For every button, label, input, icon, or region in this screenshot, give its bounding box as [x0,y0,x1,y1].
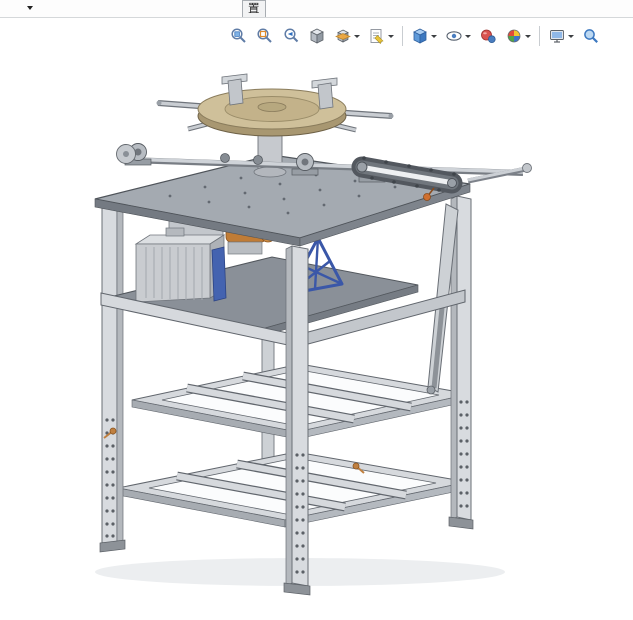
dropdown-caret-icon[interactable] [388,35,394,38]
zoom-to-fit-button[interactable] [226,21,252,51]
hide-show-items-icon [445,27,463,45]
heads-up-toolbar [226,21,604,51]
format-tab[interactable]: 置 [242,0,266,17]
apply-scene-button[interactable] [501,21,535,51]
menubar: 置 [0,0,633,18]
sketch-annotation-button[interactable] [364,21,398,51]
dropdown-caret-icon[interactable] [525,35,531,38]
previous-view-button[interactable] [278,21,304,51]
section-view-icon [334,27,352,45]
display-style-button[interactable] [407,21,441,51]
dropdown-caret-icon[interactable] [465,35,471,38]
zoom-magnifier-button[interactable] [578,21,604,51]
display-style-cube-icon [411,27,429,45]
graphics-area[interactable] [0,0,633,615]
edit-appearance-icon [479,27,497,45]
previous-view-icon [282,27,300,45]
dropdown-caret-icon[interactable] [354,35,360,38]
zoom-magnifier-icon [582,27,600,45]
stand-front-leg [284,246,310,595]
dropdown-caret-icon[interactable] [568,35,574,38]
gearbox-motor [136,228,224,302]
section-view-button[interactable] [330,21,364,51]
edit-appearance-button[interactable] [475,21,501,51]
zoom-to-area-button[interactable] [252,21,278,51]
stand-left-leg [100,203,125,552]
toolbar-divider [539,26,540,46]
menu-dropdown-caret-icon[interactable] [27,6,33,10]
apply-scene-icon [505,27,523,45]
cad-model [0,0,633,615]
hide-show-items-button[interactable] [441,21,475,51]
view-orientation-button[interactable] [304,21,330,51]
zoom-to-area-icon [256,27,274,45]
dropdown-caret-icon[interactable] [431,35,437,38]
view-orientation-cube-icon [308,27,326,45]
toolbar-divider [402,26,403,46]
view-settings-button[interactable] [544,21,578,51]
zoom-to-fit-icon [230,27,248,45]
sketch-annotation-icon [368,27,386,45]
view-settings-monitor-icon [548,27,566,45]
